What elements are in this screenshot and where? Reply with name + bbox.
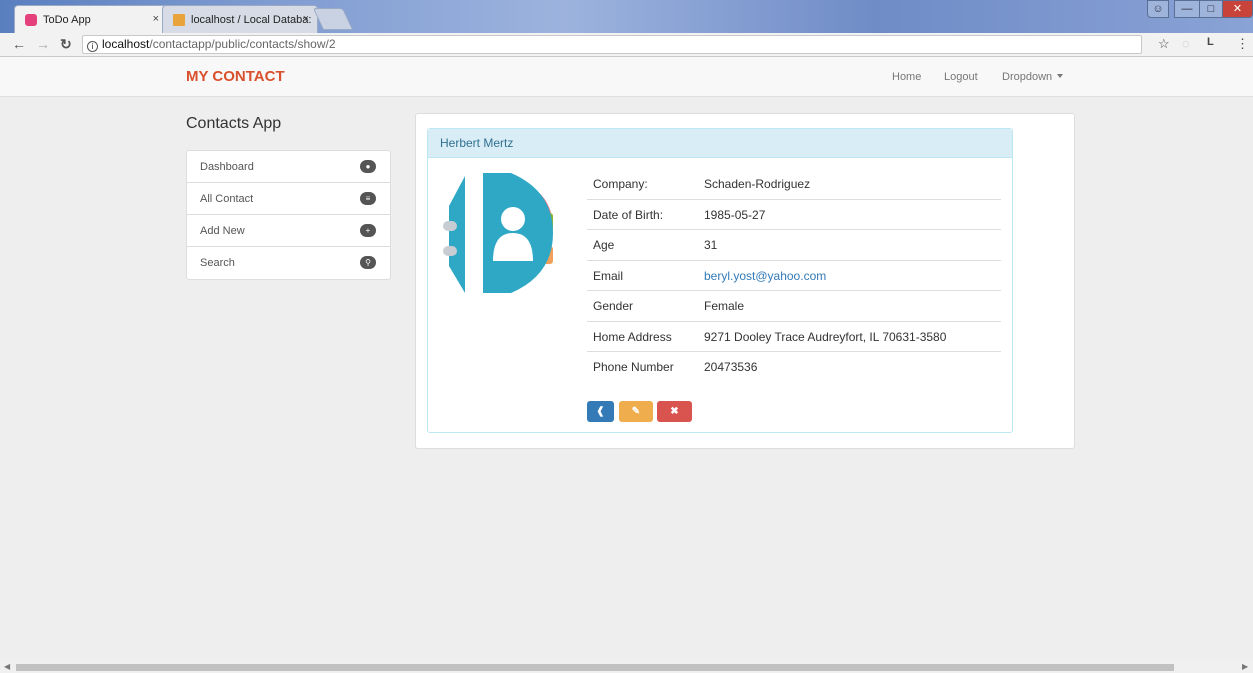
field-label: Phone Number bbox=[593, 360, 674, 374]
tab-close-icon[interactable]: × bbox=[153, 13, 159, 25]
contact-book-icon bbox=[443, 173, 553, 293]
dashboard-icon: ● bbox=[360, 160, 376, 173]
reload-icon[interactable]: ↻ bbox=[60, 36, 72, 53]
info-icon[interactable]: i bbox=[87, 41, 98, 52]
scroll-left-icon[interactable]: ◀ bbox=[4, 662, 10, 671]
dropdown-label: Dropdown bbox=[1002, 71, 1053, 83]
nav-logout-link[interactable]: Logout bbox=[944, 71, 978, 83]
horizontal-scrollbar[interactable]: ◀ ▶ bbox=[0, 661, 1253, 673]
sidebar-item-label: All Contact bbox=[200, 193, 254, 205]
maximize-button[interactable]: □ bbox=[1199, 0, 1223, 18]
new-tab-button[interactable] bbox=[312, 8, 354, 30]
table-row: Email beryl.yost@yahoo.com bbox=[587, 261, 1001, 291]
sidebar-title: Contacts App bbox=[186, 115, 282, 132]
search-icon: ⚲ bbox=[360, 256, 376, 269]
scrollbar-thumb[interactable] bbox=[16, 664, 1174, 671]
edit-icon: ✎ bbox=[631, 406, 641, 417]
back-arrow-icon[interactable]: ← bbox=[12, 36, 26, 52]
contact-details-table: Company: Schaden-Rodriguez Date of Birth… bbox=[587, 169, 1001, 383]
sidebar-item-label: Dashboard bbox=[200, 161, 254, 173]
field-label: Email bbox=[593, 268, 624, 283]
field-value: Schaden-Rodriguez bbox=[704, 177, 811, 191]
table-row: Company: Schaden-Rodriguez bbox=[587, 169, 1001, 200]
sidebar-item-add-new[interactable]: Add New + bbox=[187, 215, 390, 247]
field-label: Home Address bbox=[593, 329, 672, 344]
back-button[interactable]: ❰ bbox=[587, 401, 614, 422]
browser-tab-bar: ToDo App × localhost / Local Databa: × ☺… bbox=[0, 0, 1253, 33]
plus-circle-icon: + bbox=[360, 224, 376, 237]
arrow-left-circle-icon: ❰ bbox=[596, 406, 605, 417]
contact-panel: Herbert Mertz Company: Schaden-Rodriguez… bbox=[427, 128, 1013, 433]
caret-down-icon bbox=[1057, 74, 1064, 78]
field-value: 20473536 bbox=[704, 360, 758, 374]
table-row: Home Address 9271 Dooley Trace Audreyfor… bbox=[587, 322, 1001, 352]
contact-name-heading: Herbert Mertz bbox=[428, 129, 1012, 158]
sidebar-item-label: Search bbox=[200, 257, 235, 269]
database-favicon-icon bbox=[173, 13, 185, 26]
nav-home-link[interactable]: Home bbox=[892, 71, 921, 83]
extension-icon[interactable]: ◌ bbox=[1182, 36, 1190, 51]
minimize-button[interactable]: — bbox=[1174, 0, 1200, 18]
email-link[interactable]: beryl.yost@yahoo.com bbox=[704, 261, 826, 291]
bookmark-star-icon[interactable]: ☆ bbox=[1158, 36, 1170, 52]
field-label: Age bbox=[593, 238, 615, 252]
table-row: Date of Birth: 1985-05-27 bbox=[587, 200, 1001, 230]
url-path: /contactapp/public/contacts/show/2 bbox=[149, 37, 336, 51]
url-input[interactable]: i localhost/contactapp/public/contacts/sh… bbox=[82, 35, 1142, 54]
brand-logo[interactable]: MY CONTACT bbox=[186, 68, 285, 85]
browser-tab-localdb[interactable]: localhost / Local Databa: × bbox=[162, 5, 318, 33]
url-host: localhost bbox=[102, 37, 150, 51]
edit-button[interactable]: ✎ bbox=[619, 401, 653, 422]
sidebar-item-all-contact[interactable]: All Contact ≡ bbox=[187, 183, 390, 215]
browser-tab-todo[interactable]: ToDo App × bbox=[14, 5, 168, 33]
list-icon: ≡ bbox=[360, 192, 376, 205]
field-value: 9271 Dooley Trace Audreyfort, IL 70631-3… bbox=[704, 329, 947, 344]
table-row: Phone Number 20473536 bbox=[587, 352, 1001, 383]
field-value: 31 bbox=[704, 238, 718, 252]
field-value: 1985-05-27 bbox=[704, 207, 766, 222]
tab-title: ToDo App bbox=[43, 13, 91, 26]
field-label: Date of Birth: bbox=[593, 207, 664, 222]
sidebar-item-dashboard[interactable]: Dashboard ● bbox=[187, 151, 390, 183]
scroll-right-icon[interactable]: ▶ bbox=[1242, 662, 1248, 671]
field-label: Gender bbox=[593, 299, 634, 313]
nav-dropdown-toggle[interactable]: Dropdown bbox=[1002, 71, 1064, 83]
sidebar-menu: Dashboard ● All Contact ≡ Add New + Sear… bbox=[186, 150, 391, 280]
tab-close-icon[interactable]: × bbox=[303, 13, 309, 25]
field-value: Female bbox=[704, 299, 745, 313]
window-close-button[interactable]: ✕ bbox=[1222, 0, 1253, 18]
close-icon: ✖ bbox=[670, 406, 679, 417]
tab-title: localhost / Local Databa: bbox=[191, 13, 312, 26]
profile-letter-icon[interactable]: L bbox=[1207, 36, 1214, 48]
forward-arrow-icon[interactable]: → bbox=[36, 36, 50, 52]
delete-button[interactable]: ✖ bbox=[657, 401, 692, 422]
sidebar-item-label: Add New bbox=[200, 225, 245, 237]
table-row: Gender Female bbox=[587, 291, 1001, 322]
sidebar-item-search[interactable]: Search ⚲ bbox=[187, 247, 390, 279]
todo-favicon-icon bbox=[25, 13, 37, 26]
app-navbar: MY CONTACT Home Logout Dropdown bbox=[0, 57, 1253, 97]
field-label: Company: bbox=[593, 177, 648, 191]
user-profile-icon[interactable]: ☺ bbox=[1147, 0, 1169, 18]
table-row: Age 31 bbox=[587, 230, 1001, 261]
menu-kebab-icon[interactable]: ⋮ bbox=[1236, 36, 1249, 52]
address-bar: ← → ↻ i localhost/contactapp/public/conta… bbox=[0, 33, 1253, 57]
